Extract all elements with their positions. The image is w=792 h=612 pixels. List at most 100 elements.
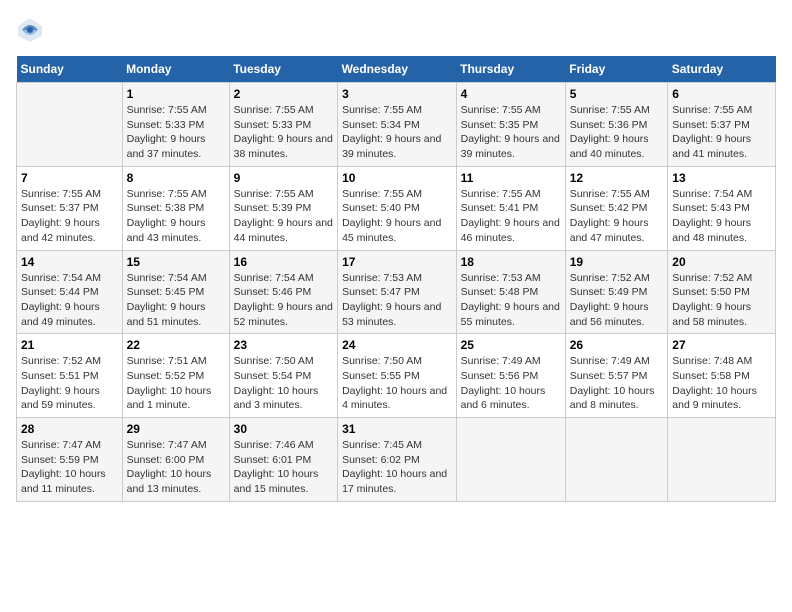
day-cell: 6Sunrise: 7:55 AMSunset: 5:37 PMDaylight… xyxy=(668,83,776,167)
day-detail: Sunrise: 7:52 AMSunset: 5:50 PMDaylight:… xyxy=(672,271,771,330)
day-number: 27 xyxy=(672,338,771,352)
day-number: 20 xyxy=(672,255,771,269)
logo xyxy=(16,16,48,44)
day-number: 26 xyxy=(570,338,664,352)
header-cell-sunday: Sunday xyxy=(17,56,123,83)
header-cell-monday: Monday xyxy=(122,56,229,83)
day-number: 11 xyxy=(461,171,561,185)
day-cell: 7 Sunrise: 7:55 AMSunset: 5:37 PMDaylight… xyxy=(17,166,123,250)
day-number: 24 xyxy=(342,338,452,352)
day-detail: Sunrise: 7:52 AMSunset: 5:49 PMDaylight:… xyxy=(570,271,664,330)
header-cell-tuesday: Tuesday xyxy=(229,56,337,83)
day-number: 2 xyxy=(234,87,333,101)
day-number: 12 xyxy=(570,171,664,185)
day-cell: 23 Sunrise: 7:50 AMSunset: 5:54 PMDayligh… xyxy=(229,334,337,418)
day-number: 31 xyxy=(342,422,452,436)
week-row-2: 7 Sunrise: 7:55 AMSunset: 5:37 PMDaylight… xyxy=(17,166,776,250)
day-number: 7 xyxy=(21,171,118,185)
day-number: 17 xyxy=(342,255,452,269)
day-detail: Sunrise: 7:55 AMSunset: 5:38 PMDaylight:… xyxy=(127,187,225,246)
day-number: 9 xyxy=(234,171,333,185)
day-number: 16 xyxy=(234,255,333,269)
day-cell: 27 Sunrise: 7:48 AMSunset: 5:58 PMDayligh… xyxy=(668,334,776,418)
day-detail: Sunrise: 7:50 AMSunset: 5:55 PMDaylight:… xyxy=(342,354,452,413)
day-detail: Sunrise: 7:55 AMSunset: 5:34 PMDaylight:… xyxy=(342,103,452,162)
day-detail: Sunrise: 7:51 AMSunset: 5:52 PMDaylight:… xyxy=(127,354,225,413)
day-cell xyxy=(565,418,668,502)
day-cell: 19 Sunrise: 7:52 AMSunset: 5:49 PMDayligh… xyxy=(565,250,668,334)
day-cell xyxy=(668,418,776,502)
day-number: 18 xyxy=(461,255,561,269)
day-detail: Sunrise: 7:55 AMSunset: 5:42 PMDaylight:… xyxy=(570,187,664,246)
day-number: 14 xyxy=(21,255,118,269)
day-cell: 11 Sunrise: 7:55 AMSunset: 5:41 PMDayligh… xyxy=(456,166,565,250)
day-cell: 10Sunrise: 7:55 AMSunset: 5:40 PMDayligh… xyxy=(338,166,457,250)
day-cell: 31 Sunrise: 7:45 AMSunset: 6:02 PMDayligh… xyxy=(338,418,457,502)
day-detail: Sunrise: 7:54 AMSunset: 5:44 PMDaylight:… xyxy=(21,271,118,330)
logo-icon xyxy=(16,16,44,44)
day-cell: 21 Sunrise: 7:52 AMSunset: 5:51 PMDayligh… xyxy=(17,334,123,418)
day-detail: Sunrise: 7:47 AMSunset: 5:59 PMDaylight:… xyxy=(21,438,118,497)
week-row-4: 21 Sunrise: 7:52 AMSunset: 5:51 PMDayligh… xyxy=(17,334,776,418)
day-detail: Sunrise: 7:47 AMSunset: 6:00 PMDaylight:… xyxy=(127,438,225,497)
day-number: 22 xyxy=(127,338,225,352)
day-detail: Sunrise: 7:55 AMSunset: 5:37 PMDaylight:… xyxy=(21,187,118,246)
day-cell: 29Sunrise: 7:47 AMSunset: 6:00 PMDayligh… xyxy=(122,418,229,502)
day-number: 23 xyxy=(234,338,333,352)
day-cell: 16 Sunrise: 7:54 AMSunset: 5:46 PMDayligh… xyxy=(229,250,337,334)
day-detail: Sunrise: 7:54 AMSunset: 5:46 PMDaylight:… xyxy=(234,271,333,330)
day-number: 4 xyxy=(461,87,561,101)
day-detail: Sunrise: 7:55 AMSunset: 5:39 PMDaylight:… xyxy=(234,187,333,246)
day-cell: 18 Sunrise: 7:53 AMSunset: 5:48 PMDayligh… xyxy=(456,250,565,334)
day-cell: 17 Sunrise: 7:53 AMSunset: 5:47 PMDayligh… xyxy=(338,250,457,334)
day-cell: 15Sunrise: 7:54 AMSunset: 5:45 PMDayligh… xyxy=(122,250,229,334)
day-detail: Sunrise: 7:49 AMSunset: 5:56 PMDaylight:… xyxy=(461,354,561,413)
day-number: 13 xyxy=(672,171,771,185)
day-number: 25 xyxy=(461,338,561,352)
day-detail: Sunrise: 7:48 AMSunset: 5:58 PMDaylight:… xyxy=(672,354,771,413)
day-number: 5 xyxy=(570,87,664,101)
day-detail: Sunrise: 7:55 AMSunset: 5:40 PMDaylight:… xyxy=(342,187,452,246)
day-detail: Sunrise: 7:53 AMSunset: 5:47 PMDaylight:… xyxy=(342,271,452,330)
day-detail: Sunrise: 7:45 AMSunset: 6:02 PMDaylight:… xyxy=(342,438,452,497)
day-detail: Sunrise: 7:49 AMSunset: 5:57 PMDaylight:… xyxy=(570,354,664,413)
day-number: 3 xyxy=(342,87,452,101)
day-detail: Sunrise: 7:55 AMSunset: 5:36 PMDaylight:… xyxy=(570,103,664,162)
day-detail: Sunrise: 7:53 AMSunset: 5:48 PMDaylight:… xyxy=(461,271,561,330)
day-detail: Sunrise: 7:46 AMSunset: 6:01 PMDaylight:… xyxy=(234,438,333,497)
day-number: 19 xyxy=(570,255,664,269)
day-number: 8 xyxy=(127,171,225,185)
day-cell: 24 Sunrise: 7:50 AMSunset: 5:55 PMDayligh… xyxy=(338,334,457,418)
header-cell-thursday: Thursday xyxy=(456,56,565,83)
header-cell-wednesday: Wednesday xyxy=(338,56,457,83)
week-row-1: 1Sunrise: 7:55 AMSunset: 5:33 PMDaylight… xyxy=(17,83,776,167)
day-detail: Sunrise: 7:55 AMSunset: 5:33 PMDaylight:… xyxy=(127,103,225,162)
day-cell: 9 Sunrise: 7:55 AMSunset: 5:39 PMDaylight… xyxy=(229,166,337,250)
header-cell-friday: Friday xyxy=(565,56,668,83)
day-cell xyxy=(17,83,123,167)
day-number: 15 xyxy=(127,255,225,269)
day-cell: 26 Sunrise: 7:49 AMSunset: 5:57 PMDayligh… xyxy=(565,334,668,418)
day-detail: Sunrise: 7:55 AMSunset: 5:41 PMDaylight:… xyxy=(461,187,561,246)
day-detail: Sunrise: 7:52 AMSunset: 5:51 PMDaylight:… xyxy=(21,354,118,413)
day-number: 21 xyxy=(21,338,118,352)
day-detail: Sunrise: 7:55 AMSunset: 5:35 PMDaylight:… xyxy=(461,103,561,162)
day-cell: 25 Sunrise: 7:49 AMSunset: 5:56 PMDayligh… xyxy=(456,334,565,418)
day-cell: 20 Sunrise: 7:52 AMSunset: 5:50 PMDayligh… xyxy=(668,250,776,334)
day-cell: 1Sunrise: 7:55 AMSunset: 5:33 PMDaylight… xyxy=(122,83,229,167)
day-detail: Sunrise: 7:50 AMSunset: 5:54 PMDaylight:… xyxy=(234,354,333,413)
day-detail: Sunrise: 7:54 AMSunset: 5:43 PMDaylight:… xyxy=(672,187,771,246)
day-cell: 5 Sunrise: 7:55 AMSunset: 5:36 PMDaylight… xyxy=(565,83,668,167)
day-number: 6 xyxy=(672,87,771,101)
day-cell: 2 Sunrise: 7:55 AMSunset: 5:33 PMDaylight… xyxy=(229,83,337,167)
header-cell-saturday: Saturday xyxy=(668,56,776,83)
day-cell: 3 Sunrise: 7:55 AMSunset: 5:34 PMDaylight… xyxy=(338,83,457,167)
day-cell: 28 Sunrise: 7:47 AMSunset: 5:59 PMDayligh… xyxy=(17,418,123,502)
day-cell: 8 Sunrise: 7:55 AMSunset: 5:38 PMDaylight… xyxy=(122,166,229,250)
day-cell xyxy=(456,418,565,502)
page-header xyxy=(16,16,776,44)
day-number: 28 xyxy=(21,422,118,436)
day-detail: Sunrise: 7:55 AMSunset: 5:33 PMDaylight:… xyxy=(234,103,333,162)
day-cell: 12 Sunrise: 7:55 AMSunset: 5:42 PMDayligh… xyxy=(565,166,668,250)
day-cell: 30Sunrise: 7:46 AMSunset: 6:01 PMDayligh… xyxy=(229,418,337,502)
